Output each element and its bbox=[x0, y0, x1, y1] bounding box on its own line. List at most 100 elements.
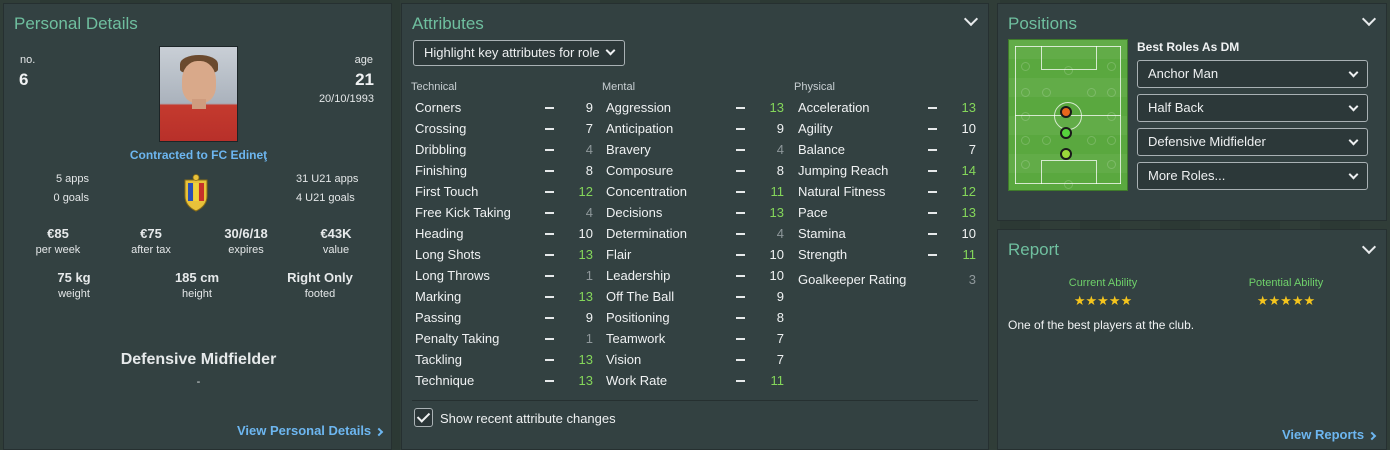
u21-apps-count: 31 U21 apps bbox=[296, 173, 359, 185]
number-label: no. bbox=[20, 54, 36, 66]
attribute-name: Long Throws bbox=[415, 268, 490, 283]
attribute-value: 8 bbox=[776, 310, 784, 325]
view-personal-details-link[interactable]: View Personal Details bbox=[237, 423, 384, 438]
attribute-row[interactable]: Decisions 13 bbox=[606, 202, 786, 223]
attribute-name: Natural Fitness bbox=[798, 184, 886, 199]
report-panel: Report Current Ability ★★★★★ Potential A… bbox=[997, 229, 1387, 450]
attribute-row[interactable]: Technique 13 bbox=[415, 370, 595, 391]
apps-count: 5 apps bbox=[55, 173, 89, 185]
attribute-value: 12 bbox=[961, 184, 976, 199]
attribute-row[interactable]: Stamina 10 bbox=[798, 223, 978, 244]
report-summary: One of the best players at the club. bbox=[1008, 318, 1195, 332]
attribute-value: 9 bbox=[585, 100, 593, 115]
attribute-row[interactable]: Bravery 4 bbox=[606, 139, 786, 160]
attribute-row[interactable]: Agility 10 bbox=[798, 118, 978, 139]
trend-neutral-icon bbox=[736, 170, 745, 172]
trend-neutral-icon bbox=[736, 359, 745, 361]
attribute-row[interactable]: Flair 10 bbox=[606, 244, 786, 265]
chevron-down-icon bbox=[1348, 169, 1359, 180]
trend-neutral-icon bbox=[545, 191, 554, 193]
show-changes-checkbox[interactable] bbox=[414, 408, 433, 427]
attribute-row[interactable]: Heading 10 bbox=[415, 223, 595, 244]
weight-label: weight bbox=[58, 288, 90, 300]
attribute-row[interactable]: Strength 11 bbox=[798, 244, 978, 265]
attribute-row[interactable]: Passing 9 bbox=[415, 307, 595, 328]
attribute-row[interactable]: Jumping Reach 14 bbox=[798, 160, 978, 181]
attribute-row[interactable]: Marking 13 bbox=[415, 286, 595, 307]
attribute-row[interactable]: Off The Ball 9 bbox=[606, 286, 786, 307]
attribute-row[interactable]: Composure 8 bbox=[606, 160, 786, 181]
trend-neutral-icon bbox=[736, 254, 745, 256]
wage-block: €85 per week bbox=[28, 226, 88, 256]
attribute-row[interactable]: Leadership 10 bbox=[606, 265, 786, 286]
chevron-right-icon bbox=[374, 427, 384, 437]
attribute-row[interactable]: Natural Fitness 12 bbox=[798, 181, 978, 202]
height-value: 185 cm bbox=[174, 270, 220, 285]
attribute-row[interactable]: Anticipation 9 bbox=[606, 118, 786, 139]
contract-club-link[interactable]: Contracted to FC Edineţ bbox=[4, 148, 393, 162]
attribute-row[interactable]: Corners 9 bbox=[415, 97, 595, 118]
attribute-row[interactable]: Pace 13 bbox=[798, 202, 978, 223]
view-reports-link[interactable]: View Reports bbox=[1282, 427, 1376, 442]
chevron-down-icon bbox=[1348, 67, 1359, 78]
attribute-row[interactable]: Long Shots 13 bbox=[415, 244, 595, 265]
attribute-name: Dribbling bbox=[415, 142, 467, 157]
expires-value: 30/6/18 bbox=[224, 226, 268, 241]
attribute-value: 8 bbox=[776, 163, 784, 178]
attribute-row[interactable]: Determination 4 bbox=[606, 223, 786, 244]
height-block: 185 cm height bbox=[167, 270, 227, 300]
attribute-name: Off The Ball bbox=[606, 289, 675, 304]
wage-label: per week bbox=[35, 244, 81, 256]
attribute-name: Stamina bbox=[798, 226, 846, 241]
attribute-row[interactable]: Aggression 13 bbox=[606, 97, 786, 118]
attribute-value: 9 bbox=[776, 289, 784, 304]
attribute-row[interactable]: Concentration 11 bbox=[606, 181, 786, 202]
potential-ability-label: Potential Ability bbox=[1248, 277, 1324, 289]
goalkeeper-rating-label: Goalkeeper Rating bbox=[798, 272, 907, 287]
attribute-row[interactable]: Positioning 8 bbox=[606, 307, 786, 328]
attribute-name: Corners bbox=[415, 100, 462, 115]
attribute-row[interactable]: Tackling 13 bbox=[415, 349, 595, 370]
trend-neutral-icon bbox=[545, 359, 554, 361]
attribute-value: 13 bbox=[769, 205, 784, 220]
attribute-row[interactable]: Work Rate 11 bbox=[606, 370, 786, 391]
attribute-value: 12 bbox=[578, 184, 593, 199]
attribute-row[interactable]: Crossing 7 bbox=[415, 118, 595, 139]
attribute-name: Crossing bbox=[415, 121, 467, 136]
attribute-row[interactable]: First Touch 12 bbox=[415, 181, 595, 202]
trend-neutral-icon bbox=[736, 212, 745, 214]
highlight-attributes-dropdown[interactable]: Highlight key attributes for role bbox=[413, 40, 625, 66]
attribute-row[interactable]: Long Throws 1 bbox=[415, 265, 595, 286]
attribute-row[interactable]: Finishing 8 bbox=[415, 160, 595, 181]
attribute-row[interactable]: Balance 7 bbox=[798, 139, 978, 160]
attribute-name: Teamwork bbox=[606, 331, 666, 346]
collapse-chevron-icon[interactable] bbox=[1361, 239, 1377, 255]
attribute-row[interactable]: Free Kick Taking 4 bbox=[415, 202, 595, 223]
attribute-name: Technique bbox=[415, 373, 475, 388]
attribute-name: Strength bbox=[798, 247, 848, 262]
more-roles-dropdown[interactable]: More Roles... bbox=[1137, 162, 1368, 190]
chevron-down-icon bbox=[1348, 135, 1359, 146]
attribute-value: 7 bbox=[776, 352, 784, 367]
attribute-row[interactable]: Dribbling 4 bbox=[415, 139, 595, 160]
attribute-name: Balance bbox=[798, 142, 845, 157]
role-dropdown-half-back[interactable]: Half Back bbox=[1137, 94, 1368, 122]
collapse-chevron-icon[interactable] bbox=[963, 11, 979, 27]
attribute-row[interactable]: Penalty Taking 1 bbox=[415, 328, 595, 349]
attribute-value: 1 bbox=[585, 331, 593, 346]
view-reports-label: View Reports bbox=[1282, 427, 1365, 442]
attribute-name: Vision bbox=[606, 352, 642, 367]
market-value: €43K bbox=[320, 226, 352, 241]
attribute-row[interactable]: Teamwork 7 bbox=[606, 328, 786, 349]
collapse-chevron-icon[interactable] bbox=[1361, 11, 1377, 27]
trend-neutral-icon bbox=[545, 128, 554, 130]
attribute-row[interactable]: Vision 7 bbox=[606, 349, 786, 370]
attribute-value: 13 bbox=[578, 352, 593, 367]
role-dropdown-anchor-man[interactable]: Anchor Man bbox=[1137, 60, 1368, 88]
position-marker-dm-orange bbox=[1060, 106, 1072, 118]
trend-neutral-icon bbox=[545, 296, 554, 298]
attribute-value: 10 bbox=[961, 226, 976, 241]
trend-neutral-icon bbox=[736, 380, 745, 382]
attribute-row[interactable]: Acceleration 13 bbox=[798, 97, 978, 118]
role-dropdown-defensive-midfielder[interactable]: Defensive Midfielder bbox=[1137, 128, 1368, 156]
